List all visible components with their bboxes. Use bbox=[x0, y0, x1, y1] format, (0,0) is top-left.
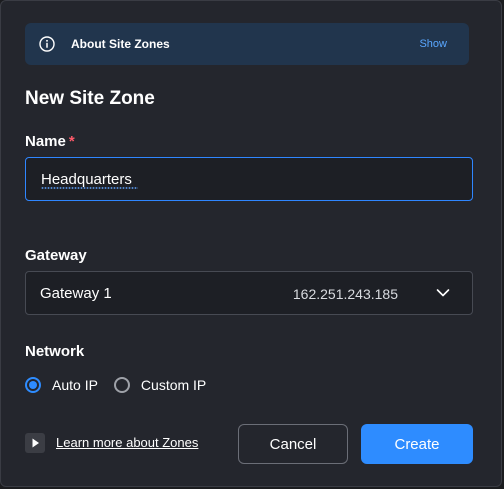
name-input[interactable] bbox=[25, 157, 473, 201]
new-site-zone-dialog: About Site Zones Show New Site Zone Name… bbox=[0, 0, 502, 487]
gateway-name: Gateway 1 bbox=[40, 285, 112, 302]
spellcheck-underline bbox=[41, 187, 138, 189]
learn-more-link[interactable]: Learn more about Zones bbox=[56, 435, 198, 450]
play-glyph-icon bbox=[32, 438, 39, 448]
radio-selected-icon bbox=[25, 377, 41, 393]
dialog-title: New Site Zone bbox=[25, 88, 155, 109]
create-button[interactable]: Create bbox=[361, 424, 473, 464]
name-label-text: Name bbox=[25, 133, 66, 150]
radio-unselected-icon bbox=[113, 377, 130, 393]
name-label: Name * bbox=[25, 133, 75, 150]
required-marker: * bbox=[68, 133, 75, 150]
network-label: Network bbox=[25, 343, 85, 360]
gateway-select[interactable]: Gateway 1 162.251.243.185 bbox=[25, 271, 473, 315]
cancel-button[interactable]: Cancel bbox=[238, 424, 348, 464]
auto-ip-label: Auto IP bbox=[52, 377, 98, 393]
banner-title: About Site Zones bbox=[71, 37, 170, 51]
network-radio-group: Auto IP Custom IP bbox=[25, 377, 222, 393]
custom-ip-radio[interactable]: Custom IP bbox=[113, 377, 207, 393]
chevron-down-icon bbox=[436, 289, 450, 297]
auto-ip-radio[interactable]: Auto IP bbox=[25, 377, 98, 393]
info-icon bbox=[39, 36, 55, 52]
about-site-zones-banner: About Site Zones Show bbox=[25, 23, 469, 65]
gateway-label: Gateway bbox=[25, 247, 87, 264]
gateway-ip: 162.251.243.185 bbox=[292, 286, 398, 302]
show-link[interactable]: Show bbox=[419, 38, 447, 50]
play-icon[interactable] bbox=[25, 433, 45, 453]
custom-ip-label: Custom IP bbox=[140, 377, 207, 393]
